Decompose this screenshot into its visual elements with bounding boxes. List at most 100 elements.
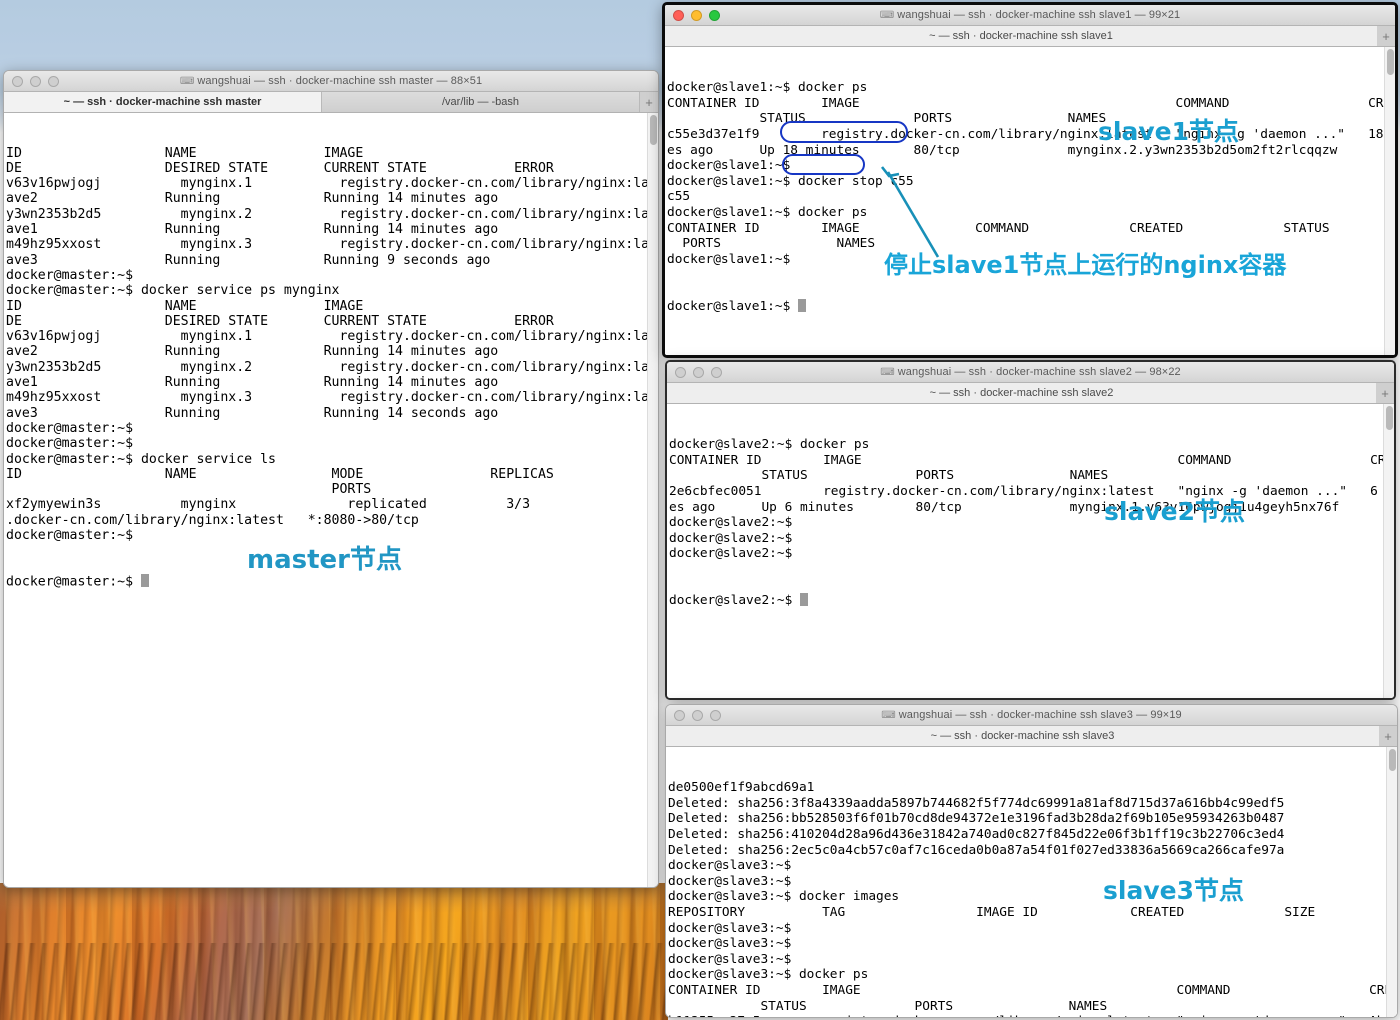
titlebar-slave2[interactable]: ⌨ wangshuai — ssh · docker-machine ssh sl… bbox=[667, 362, 1394, 383]
tabbar-slave1[interactable]: ~ — ssh · docker-machine ssh slave1 + bbox=[665, 26, 1395, 47]
terminal-line: m49hz95xxost mynginx.3 registry.docker-c… bbox=[6, 237, 658, 253]
terminal-line: docker@slave2:~$ bbox=[669, 546, 793, 562]
terminal-line: c55 bbox=[667, 189, 691, 205]
terminal-line: .docker-cn.com/library/nginx:latest *:80… bbox=[6, 512, 419, 528]
new-tab-button[interactable]: + bbox=[640, 92, 658, 112]
terminal-line: 2e6cbfec0051 registry.docker-cn.com/libr… bbox=[669, 483, 1394, 499]
text-cursor bbox=[799, 593, 808, 607]
tabbar-slave3[interactable]: ~ — ssh · docker-machine ssh slave3 + bbox=[666, 726, 1397, 747]
terminal-line: ave1 Running Running 14 minutes ago bbox=[6, 375, 499, 391]
terminal-line: docker@master:~$ bbox=[6, 267, 134, 283]
tabbar-master[interactable]: ~ — ssh · docker-machine ssh master /var… bbox=[4, 92, 658, 113]
terminal-line: docker@master:~$ docker service ps myngi… bbox=[6, 283, 340, 299]
terminal-output-master[interactable]: ID NAME IMAGE NO DE DESIRED STATE CURRENT… bbox=[4, 113, 658, 887]
terminal-prompt-slave1: docker@slave1:~$ bbox=[667, 298, 1395, 315]
terminal-output-slave2[interactable]: docker@slave2:~$ docker ps CONTAINER ID I… bbox=[667, 404, 1394, 698]
terminal-line: docker@slave2:~$ docker ps bbox=[669, 437, 870, 453]
tabbar-slave2[interactable]: ~ — ssh · docker-machine ssh slave2 + bbox=[667, 383, 1394, 404]
terminal-line: docker@slave3:~$ bbox=[668, 951, 792, 967]
terminal-line: Deleted: sha256:2ec5c0a4cb57c0af7c16ceda… bbox=[668, 842, 1285, 858]
terminal-icon: ⌨ bbox=[179, 76, 195, 87]
terminal-line: es ago Up 6 minutes 80/tcp mynginx.1.v63… bbox=[669, 499, 1340, 515]
terminal-output-slave1[interactable]: docker@slave1:~$ docker ps CONTAINER ID I… bbox=[665, 47, 1395, 355]
terminal-icon: ⌨ bbox=[879, 10, 895, 21]
maximize-button-icon[interactable] bbox=[48, 75, 59, 87]
terminal-line: DE DESIRED STATE CURRENT STATE ERROR POR… bbox=[6, 160, 554, 176]
window-title-slave3: ⌨ wangshuai — ssh · docker-machine ssh sl… bbox=[881, 709, 1182, 721]
new-tab-button[interactable]: + bbox=[1377, 26, 1395, 46]
terminal-line: docker@slave1:~$ bbox=[667, 158, 791, 174]
titlebar-master[interactable]: ⌨ wangshuai — ssh · docker-machine ssh ma… bbox=[4, 71, 658, 92]
scrollbar-thumb[interactable] bbox=[1389, 749, 1396, 771]
minimize-button-icon[interactable] bbox=[691, 9, 702, 21]
text-cursor bbox=[797, 298, 806, 312]
annotation-slave3-node: slave3节点 bbox=[1103, 876, 1244, 905]
terminal-line: docker@slave3:~$ bbox=[668, 873, 792, 889]
terminal-line: CONTAINER ID IMAGE COMMAND CREATED bbox=[667, 95, 1395, 111]
minimize-button-icon[interactable] bbox=[692, 709, 703, 721]
minimize-button-icon[interactable] bbox=[30, 75, 41, 87]
minimize-button-icon[interactable] bbox=[693, 366, 704, 378]
close-button-icon[interactable] bbox=[675, 366, 686, 378]
terminal-line: ave3 Running Running 14 seconds ago bbox=[6, 405, 499, 421]
window-controls-slave2[interactable] bbox=[667, 366, 722, 378]
terminal-line: docker@slave3:~$ bbox=[668, 936, 792, 952]
terminal-prompt-master: docker@master:~$ bbox=[6, 573, 658, 590]
terminal-window-master[interactable]: ⌨ wangshuai — ssh · docker-machine ssh ma… bbox=[3, 70, 659, 888]
terminal-line: xf2ymyewin3s mynginx replicated 3/3 regi… bbox=[6, 497, 658, 513]
terminal-line: docker@master:~$ bbox=[6, 420, 134, 436]
terminal-window-slave2[interactable]: ⌨ wangshuai — ssh · docker-machine ssh sl… bbox=[665, 360, 1396, 700]
new-tab-button[interactable]: + bbox=[1376, 383, 1394, 403]
terminal-line: docker@master:~$ docker service ls bbox=[6, 451, 276, 467]
terminal-line: docker@slave1:~$ docker stop c55 bbox=[667, 173, 914, 189]
window-controls-master[interactable] bbox=[4, 75, 59, 87]
scrollbar-master[interactable] bbox=[647, 113, 658, 887]
window-controls-slave3[interactable] bbox=[666, 709, 721, 721]
new-tab-button[interactable]: + bbox=[1379, 726, 1397, 746]
titlebar-slave1[interactable]: ⌨ wangshuai — ssh · docker-machine ssh sl… bbox=[665, 5, 1395, 26]
text-cursor bbox=[140, 573, 150, 588]
terminal-icon: ⌨ bbox=[880, 367, 895, 378]
scrollbar-slave1[interactable] bbox=[1384, 47, 1395, 355]
terminal-line: ave2 Running Running 14 minutes ago bbox=[6, 344, 499, 360]
terminal-line: docker@slave3:~$ docker images bbox=[668, 889, 900, 905]
terminal-line: v63v16pwjogj mynginx.1 registry.docker-c… bbox=[6, 329, 658, 345]
terminal-line: ave3 Running Running 9 seconds ago bbox=[6, 252, 491, 268]
terminal-line: m49hz95xxost mynginx.3 registry.docker-c… bbox=[6, 390, 658, 406]
terminal-line: Deleted: sha256:bb528503f6f01b70cd8de943… bbox=[668, 811, 1285, 827]
scrollbar-thumb[interactable] bbox=[1386, 406, 1393, 430]
terminal-line: ID NAME IMAGE NO bbox=[6, 298, 658, 314]
tab-master-ssh[interactable]: ~ — ssh · docker-machine ssh master bbox=[4, 92, 322, 112]
terminal-window-slave3[interactable]: ⌨ wangshuai — ssh · docker-machine ssh sl… bbox=[665, 704, 1398, 1018]
scrollbar-slave2[interactable] bbox=[1383, 404, 1394, 698]
close-button-icon[interactable] bbox=[12, 75, 23, 87]
scrollbar-slave3[interactable] bbox=[1386, 747, 1397, 1017]
maximize-button-icon[interactable] bbox=[709, 9, 720, 21]
close-button-icon[interactable] bbox=[673, 9, 684, 21]
tab-slave2-ssh[interactable]: ~ — ssh · docker-machine ssh slave2 bbox=[667, 383, 1376, 403]
terminal-window-slave1[interactable]: ⌨ wangshuai — ssh · docker-machine ssh sl… bbox=[662, 2, 1398, 358]
terminal-line: es ago Up 18 minutes 80/tcp mynginx.2.y3… bbox=[667, 142, 1338, 158]
terminal-line: c55e3d37e1f9 registry.docker-cn.com/libr… bbox=[667, 126, 1395, 142]
terminal-lines-master: ID NAME IMAGE NO DE DESIRED STATE CURRENT… bbox=[6, 146, 658, 544]
terminal-line: docker@slave1:~$ docker ps bbox=[667, 80, 868, 96]
terminal-prompt-slave2: docker@slave2:~$ bbox=[669, 593, 1394, 609]
scrollbar-thumb[interactable] bbox=[650, 115, 657, 145]
terminal-line: STATUS PORTS NAMES bbox=[667, 111, 1107, 127]
terminal-line: docker@slave3:~$ bbox=[668, 920, 792, 936]
tab-slave3-ssh[interactable]: ~ — ssh · docker-machine ssh slave3 bbox=[666, 726, 1379, 746]
close-button-icon[interactable] bbox=[674, 709, 685, 721]
maximize-button-icon[interactable] bbox=[710, 709, 721, 721]
maximize-button-icon[interactable] bbox=[711, 366, 722, 378]
titlebar-slave3[interactable]: ⌨ wangshuai — ssh · docker-machine ssh sl… bbox=[666, 705, 1397, 726]
window-controls-slave1[interactable] bbox=[665, 9, 720, 21]
terminal-line: CONTAINER ID IMAGE COMMAND CREATED bbox=[669, 452, 1394, 468]
terminal-line: ave1 Running Running 14 minutes ago bbox=[6, 222, 499, 238]
tab-master-bash[interactable]: /var/lib — -bash bbox=[322, 92, 640, 112]
terminal-line: ID NAME MODE REPLICAS IMAGE bbox=[6, 466, 658, 482]
window-title-slave1: ⌨ wangshuai — ssh · docker-machine ssh sl… bbox=[879, 9, 1181, 21]
scrollbar-thumb[interactable] bbox=[1387, 49, 1394, 75]
tab-slave1-ssh[interactable]: ~ — ssh · docker-machine ssh slave1 bbox=[665, 26, 1377, 46]
terminal-line: Deleted: sha256:3f8a4339aadda5897b744682… bbox=[668, 795, 1285, 811]
terminal-output-slave3[interactable]: de0500ef1f9abcd69a1 Deleted: sha256:3f8a4… bbox=[666, 747, 1397, 1017]
